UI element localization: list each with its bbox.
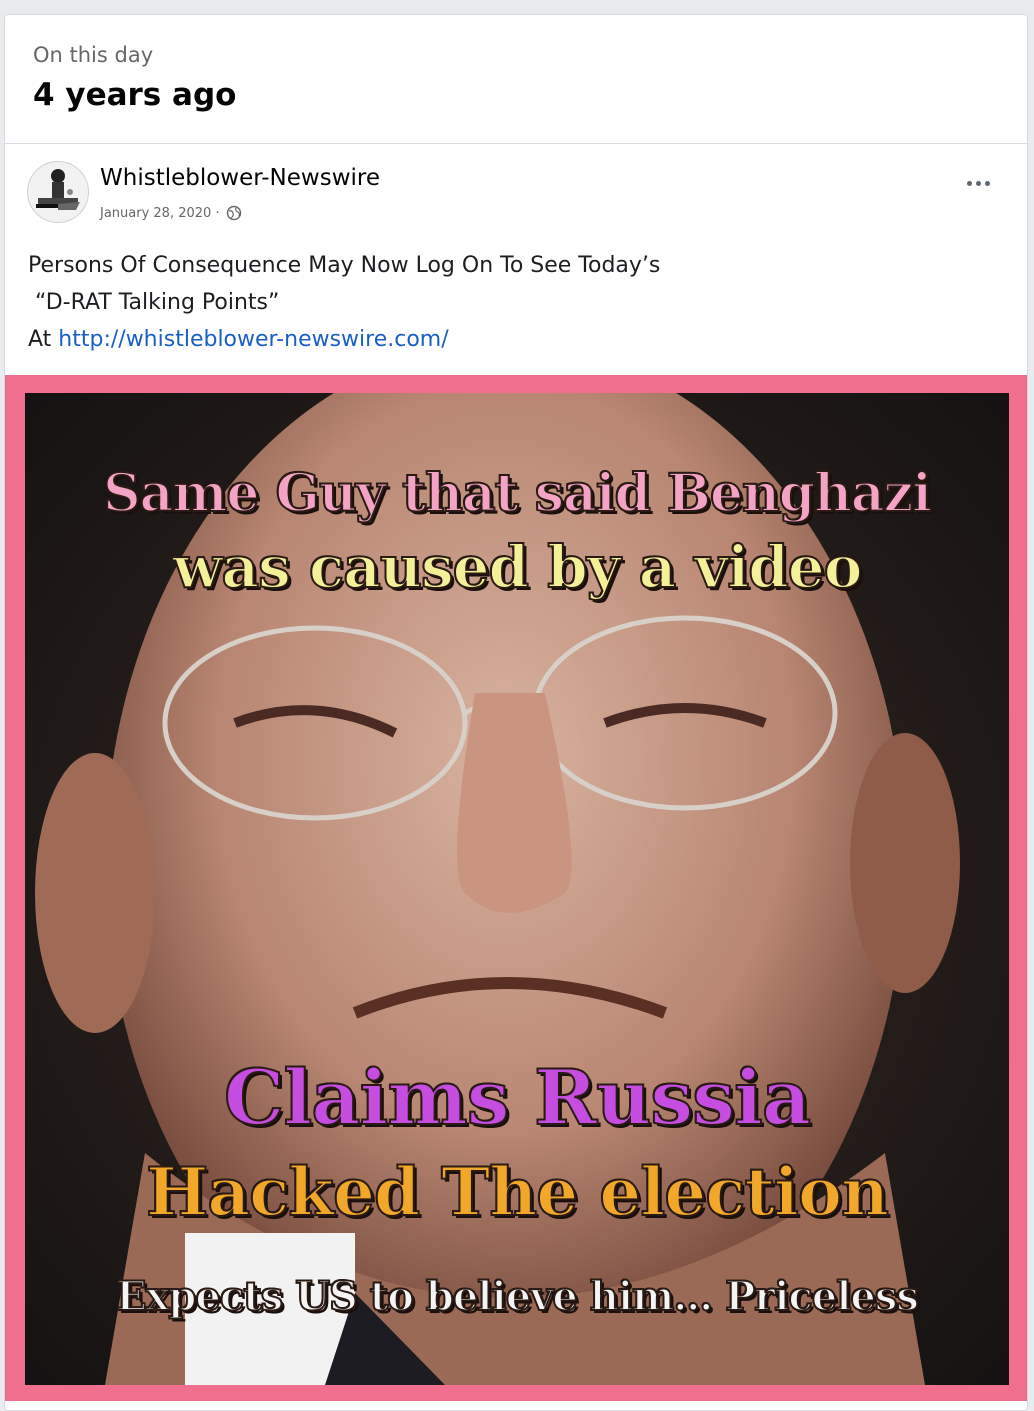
meme-text-line-2: was caused by a video bbox=[172, 532, 864, 602]
meme-image: Same Guy that said Benghazi was caused b… bbox=[25, 393, 1009, 1385]
post-meta: January 28, 2020 · bbox=[100, 205, 242, 221]
meme-text-line-5: Expects US to believe him... Priceless bbox=[115, 1272, 920, 1321]
post-text-prefix: At bbox=[28, 327, 59, 352]
post-text-line-2: “D-RAT Talking Points” bbox=[28, 290, 280, 315]
memory-subtitle: On this day bbox=[33, 43, 154, 67]
post-text: Persons Of Consequence May Now Log On To… bbox=[28, 247, 988, 358]
whistleblower-logo-icon bbox=[36, 169, 80, 210]
page-name-link[interactable]: Whistleblower-Newswire bbox=[100, 165, 380, 191]
memory-header: On this day 4 years ago bbox=[5, 15, 1027, 144]
more-options-icon bbox=[966, 180, 972, 186]
meme-text-line-3: Claims Russia bbox=[223, 1052, 812, 1143]
meme-text-line-1: Same Guy that said Benghazi bbox=[102, 462, 933, 525]
memory-title: 4 years ago bbox=[33, 77, 237, 113]
post-header: Whistleblower-Newswire January 28, 2020 … bbox=[5, 145, 1027, 235]
post-date[interactable]: January 28, 2020 · bbox=[100, 206, 220, 221]
post-text-line-3: At http://whistleblower-newswire.com/ bbox=[28, 321, 988, 358]
globe-icon bbox=[226, 205, 241, 221]
page-avatar[interactable] bbox=[27, 161, 89, 223]
post-text-line-1: Persons Of Consequence May Now Log On To… bbox=[28, 253, 661, 278]
more-options-button[interactable] bbox=[963, 173, 993, 193]
memory-card: On this day 4 years ago Whistleblower-Ne… bbox=[4, 14, 1028, 1411]
post-external-link[interactable]: http://whistleblower-newswire.com/ bbox=[58, 327, 448, 352]
post-image[interactable]: Same Guy that said Benghazi was caused b… bbox=[5, 375, 1027, 1401]
meme-text-line-4: Hacked The election bbox=[145, 1152, 890, 1232]
